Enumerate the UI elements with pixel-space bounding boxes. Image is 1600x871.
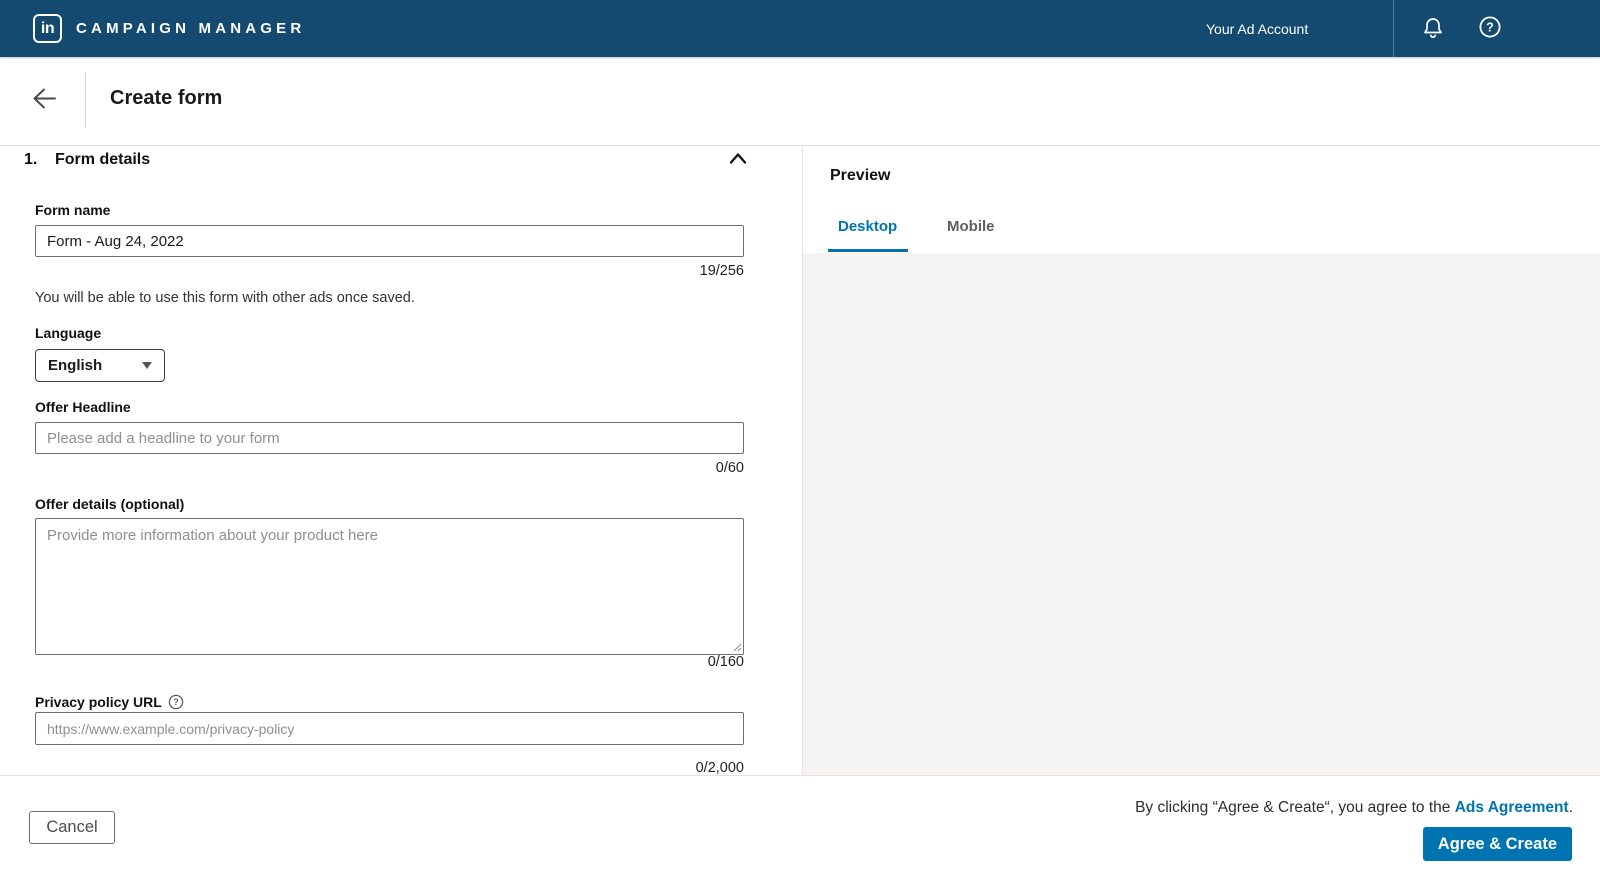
offer-details-label: Offer details (optional) xyxy=(35,496,185,512)
language-value: English xyxy=(48,357,103,374)
preview-title: Preview xyxy=(830,167,891,184)
top-navbar: in CAMPAIGN MANAGER Your Ad Account ? xyxy=(0,0,1600,57)
svg-text:?: ? xyxy=(1486,21,1494,35)
privacy-help-icon[interactable]: ? xyxy=(168,694,184,710)
navbar-divider xyxy=(1393,0,1394,57)
cancel-button[interactable]: Cancel xyxy=(29,811,115,844)
offer-headline-label: Offer Headline xyxy=(35,399,131,415)
back-arrow-icon[interactable] xyxy=(31,85,58,112)
tab-desktop[interactable]: Desktop xyxy=(838,218,897,235)
header-divider xyxy=(85,73,86,127)
help-icon[interactable]: ? xyxy=(1478,15,1502,39)
offer-details-textarea[interactable] xyxy=(35,518,744,655)
agreement-prefix: By clicking “Agree & Create“, you agree … xyxy=(1135,799,1455,816)
form-reuse-note: You will be able to use this form with o… xyxy=(35,290,415,306)
offer-headline-input[interactable] xyxy=(35,422,744,454)
section-title: Form details xyxy=(55,151,151,168)
chevron-up-icon xyxy=(729,153,747,164)
form-name-input[interactable] xyxy=(35,225,744,257)
linkedin-logo-icon[interactable]: in xyxy=(33,14,62,43)
agreement-suffix: . xyxy=(1568,799,1573,816)
tab-mobile[interactable]: Mobile xyxy=(947,218,995,235)
footer-bar: Cancel By clicking “Agree & Create“, you… xyxy=(0,775,1600,871)
offer-headline-counter: 0/60 xyxy=(715,460,744,476)
form-name-counter: 19/256 xyxy=(699,263,744,279)
agreement-text: By clicking “Agree & Create“, you agree … xyxy=(1135,799,1573,817)
form-name-label: Form name xyxy=(35,202,111,218)
form-details-panel: 1. Form details Form name 19/256 You wil… xyxy=(0,146,802,775)
collapse-section-button[interactable] xyxy=(726,148,750,172)
privacy-policy-label-row: Privacy policy URL ? xyxy=(35,694,184,710)
notifications-bell-icon[interactable] xyxy=(1421,16,1445,40)
ad-account-menu[interactable]: Your Ad Account xyxy=(1206,0,1308,57)
preview-canvas xyxy=(803,253,1600,775)
create-form-page: in CAMPAIGN MANAGER Your Ad Account ? Cr… xyxy=(0,0,1600,871)
page-header: Create form xyxy=(0,57,1600,146)
svg-text:?: ? xyxy=(173,697,179,707)
ads-agreement-link[interactable]: Ads Agreement xyxy=(1455,799,1569,816)
resize-handle-icon[interactable] xyxy=(731,641,742,652)
agree-create-button[interactable]: Agree & Create xyxy=(1422,827,1572,861)
section-number: 1. xyxy=(24,151,38,168)
caret-down-icon xyxy=(142,362,152,369)
active-tab-underline xyxy=(828,249,908,252)
app-brand: CAMPAIGN MANAGER xyxy=(76,20,306,37)
language-dropdown[interactable]: English xyxy=(35,349,165,382)
privacy-policy-url-input[interactable] xyxy=(35,712,744,745)
language-label: Language xyxy=(35,325,102,341)
privacy-policy-counter: 0/2,000 xyxy=(695,760,744,775)
privacy-policy-label: Privacy policy URL xyxy=(35,694,162,710)
page-title: Create form xyxy=(110,87,223,109)
offer-details-counter: 0/160 xyxy=(707,654,744,670)
